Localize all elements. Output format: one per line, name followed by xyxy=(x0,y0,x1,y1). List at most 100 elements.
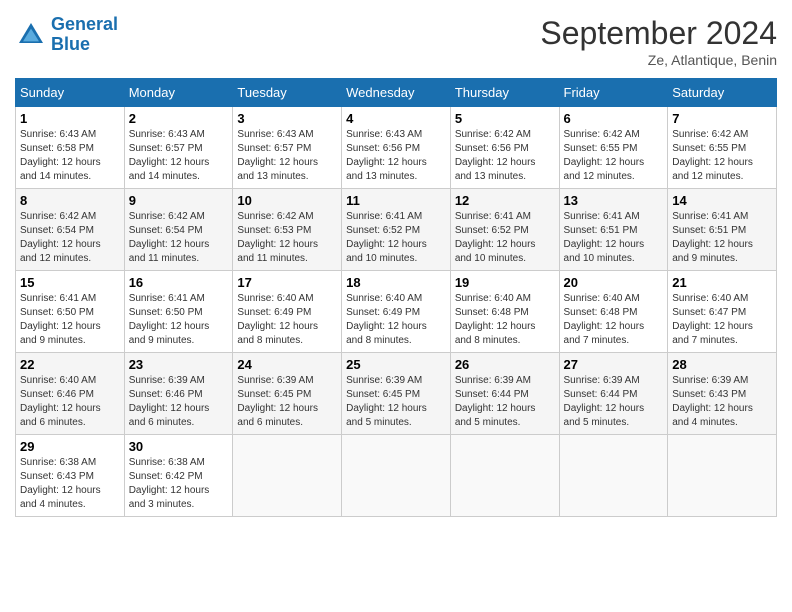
location-subtitle: Ze, Atlantique, Benin xyxy=(540,52,777,68)
calendar-cell: 10 Sunrise: 6:42 AM Sunset: 6:53 PM Dayl… xyxy=(233,189,342,271)
calendar-week-1: 1 Sunrise: 6:43 AM Sunset: 6:58 PM Dayli… xyxy=(16,107,777,189)
day-info: Sunrise: 6:42 AM Sunset: 6:55 PM Dayligh… xyxy=(564,128,664,184)
day-info: Sunrise: 6:43 AM Sunset: 6:58 PM Dayligh… xyxy=(20,128,120,184)
day-info: Sunrise: 6:40 AM Sunset: 6:49 PM Dayligh… xyxy=(237,292,337,348)
day-number: 21 xyxy=(672,275,772,290)
day-info: Sunrise: 6:39 AM Sunset: 6:44 PM Dayligh… xyxy=(455,374,555,430)
calendar-cell: 8 Sunrise: 6:42 AM Sunset: 6:54 PM Dayli… xyxy=(16,189,125,271)
day-number: 25 xyxy=(346,357,446,372)
day-info: Sunrise: 6:42 AM Sunset: 6:54 PM Dayligh… xyxy=(129,210,229,266)
day-number: 30 xyxy=(129,439,229,454)
day-info: Sunrise: 6:41 AM Sunset: 6:51 PM Dayligh… xyxy=(672,210,772,266)
day-number: 3 xyxy=(237,111,337,126)
calendar-cell: 20 Sunrise: 6:40 AM Sunset: 6:48 PM Dayl… xyxy=(559,271,668,353)
day-info: Sunrise: 6:43 AM Sunset: 6:57 PM Dayligh… xyxy=(237,128,337,184)
day-info: Sunrise: 6:40 AM Sunset: 6:46 PM Dayligh… xyxy=(20,374,120,430)
day-header-tuesday: Tuesday xyxy=(233,79,342,107)
day-header-sunday: Sunday xyxy=(16,79,125,107)
day-number: 15 xyxy=(20,275,120,290)
day-header-thursday: Thursday xyxy=(450,79,559,107)
day-header-wednesday: Wednesday xyxy=(342,79,451,107)
calendar-cell: 27 Sunrise: 6:39 AM Sunset: 6:44 PM Dayl… xyxy=(559,353,668,435)
day-info: Sunrise: 6:41 AM Sunset: 6:52 PM Dayligh… xyxy=(346,210,446,266)
day-header-monday: Monday xyxy=(124,79,233,107)
day-header-saturday: Saturday xyxy=(668,79,777,107)
page-header: General Blue September 2024 Ze, Atlantiq… xyxy=(15,15,777,68)
day-info: Sunrise: 6:42 AM Sunset: 6:53 PM Dayligh… xyxy=(237,210,337,266)
day-info: Sunrise: 6:39 AM Sunset: 6:45 PM Dayligh… xyxy=(346,374,446,430)
day-info: Sunrise: 6:43 AM Sunset: 6:56 PM Dayligh… xyxy=(346,128,446,184)
calendar-cell xyxy=(559,435,668,517)
day-info: Sunrise: 6:42 AM Sunset: 6:54 PM Dayligh… xyxy=(20,210,120,266)
day-info: Sunrise: 6:42 AM Sunset: 6:56 PM Dayligh… xyxy=(455,128,555,184)
calendar-cell: 12 Sunrise: 6:41 AM Sunset: 6:52 PM Dayl… xyxy=(450,189,559,271)
day-number: 9 xyxy=(129,193,229,208)
day-info: Sunrise: 6:39 AM Sunset: 6:46 PM Dayligh… xyxy=(129,374,229,430)
day-info: Sunrise: 6:39 AM Sunset: 6:45 PM Dayligh… xyxy=(237,374,337,430)
day-info: Sunrise: 6:42 AM Sunset: 6:55 PM Dayligh… xyxy=(672,128,772,184)
calendar-week-2: 8 Sunrise: 6:42 AM Sunset: 6:54 PM Dayli… xyxy=(16,189,777,271)
calendar-cell: 4 Sunrise: 6:43 AM Sunset: 6:56 PM Dayli… xyxy=(342,107,451,189)
day-number: 12 xyxy=(455,193,555,208)
day-info: Sunrise: 6:43 AM Sunset: 6:57 PM Dayligh… xyxy=(129,128,229,184)
calendar-cell: 5 Sunrise: 6:42 AM Sunset: 6:56 PM Dayli… xyxy=(450,107,559,189)
day-number: 11 xyxy=(346,193,446,208)
day-info: Sunrise: 6:41 AM Sunset: 6:50 PM Dayligh… xyxy=(20,292,120,348)
day-info: Sunrise: 6:41 AM Sunset: 6:50 PM Dayligh… xyxy=(129,292,229,348)
calendar-cell: 6 Sunrise: 6:42 AM Sunset: 6:55 PM Dayli… xyxy=(559,107,668,189)
day-number: 20 xyxy=(564,275,664,290)
day-header-friday: Friday xyxy=(559,79,668,107)
day-info: Sunrise: 6:40 AM Sunset: 6:48 PM Dayligh… xyxy=(564,292,664,348)
day-number: 1 xyxy=(20,111,120,126)
day-number: 19 xyxy=(455,275,555,290)
calendar-cell: 15 Sunrise: 6:41 AM Sunset: 6:50 PM Dayl… xyxy=(16,271,125,353)
month-title: September 2024 xyxy=(540,15,777,52)
day-number: 29 xyxy=(20,439,120,454)
calendar-cell: 14 Sunrise: 6:41 AM Sunset: 6:51 PM Dayl… xyxy=(668,189,777,271)
calendar-cell xyxy=(342,435,451,517)
calendar-cell: 1 Sunrise: 6:43 AM Sunset: 6:58 PM Dayli… xyxy=(16,107,125,189)
calendar-cell: 11 Sunrise: 6:41 AM Sunset: 6:52 PM Dayl… xyxy=(342,189,451,271)
title-section: September 2024 Ze, Atlantique, Benin xyxy=(540,15,777,68)
calendar-table: SundayMondayTuesdayWednesdayThursdayFrid… xyxy=(15,78,777,517)
calendar-cell: 26 Sunrise: 6:39 AM Sunset: 6:44 PM Dayl… xyxy=(450,353,559,435)
day-number: 7 xyxy=(672,111,772,126)
day-info: Sunrise: 6:41 AM Sunset: 6:52 PM Dayligh… xyxy=(455,210,555,266)
day-number: 18 xyxy=(346,275,446,290)
day-info: Sunrise: 6:38 AM Sunset: 6:43 PM Dayligh… xyxy=(20,456,120,512)
day-number: 23 xyxy=(129,357,229,372)
calendar-cell: 16 Sunrise: 6:41 AM Sunset: 6:50 PM Dayl… xyxy=(124,271,233,353)
day-number: 14 xyxy=(672,193,772,208)
day-number: 28 xyxy=(672,357,772,372)
calendar-cell: 22 Sunrise: 6:40 AM Sunset: 6:46 PM Dayl… xyxy=(16,353,125,435)
day-info: Sunrise: 6:38 AM Sunset: 6:42 PM Dayligh… xyxy=(129,456,229,512)
calendar-cell: 18 Sunrise: 6:40 AM Sunset: 6:49 PM Dayl… xyxy=(342,271,451,353)
day-number: 2 xyxy=(129,111,229,126)
day-info: Sunrise: 6:41 AM Sunset: 6:51 PM Dayligh… xyxy=(564,210,664,266)
day-info: Sunrise: 6:40 AM Sunset: 6:49 PM Dayligh… xyxy=(346,292,446,348)
calendar-week-5: 29 Sunrise: 6:38 AM Sunset: 6:43 PM Dayl… xyxy=(16,435,777,517)
day-number: 17 xyxy=(237,275,337,290)
calendar-cell: 7 Sunrise: 6:42 AM Sunset: 6:55 PM Dayli… xyxy=(668,107,777,189)
calendar-cell: 25 Sunrise: 6:39 AM Sunset: 6:45 PM Dayl… xyxy=(342,353,451,435)
calendar-cell: 2 Sunrise: 6:43 AM Sunset: 6:57 PM Dayli… xyxy=(124,107,233,189)
day-number: 4 xyxy=(346,111,446,126)
day-number: 22 xyxy=(20,357,120,372)
calendar-cell: 24 Sunrise: 6:39 AM Sunset: 6:45 PM Dayl… xyxy=(233,353,342,435)
calendar-cell: 19 Sunrise: 6:40 AM Sunset: 6:48 PM Dayl… xyxy=(450,271,559,353)
day-number: 13 xyxy=(564,193,664,208)
day-info: Sunrise: 6:39 AM Sunset: 6:43 PM Dayligh… xyxy=(672,374,772,430)
calendar-cell: 9 Sunrise: 6:42 AM Sunset: 6:54 PM Dayli… xyxy=(124,189,233,271)
day-number: 26 xyxy=(455,357,555,372)
calendar-week-4: 22 Sunrise: 6:40 AM Sunset: 6:46 PM Dayl… xyxy=(16,353,777,435)
calendar-cell: 21 Sunrise: 6:40 AM Sunset: 6:47 PM Dayl… xyxy=(668,271,777,353)
day-info: Sunrise: 6:39 AM Sunset: 6:44 PM Dayligh… xyxy=(564,374,664,430)
day-number: 10 xyxy=(237,193,337,208)
logo: General Blue xyxy=(15,15,118,55)
header-row: SundayMondayTuesdayWednesdayThursdayFrid… xyxy=(16,79,777,107)
day-number: 24 xyxy=(237,357,337,372)
calendar-week-3: 15 Sunrise: 6:41 AM Sunset: 6:50 PM Dayl… xyxy=(16,271,777,353)
calendar-cell xyxy=(233,435,342,517)
calendar-cell xyxy=(450,435,559,517)
day-number: 5 xyxy=(455,111,555,126)
